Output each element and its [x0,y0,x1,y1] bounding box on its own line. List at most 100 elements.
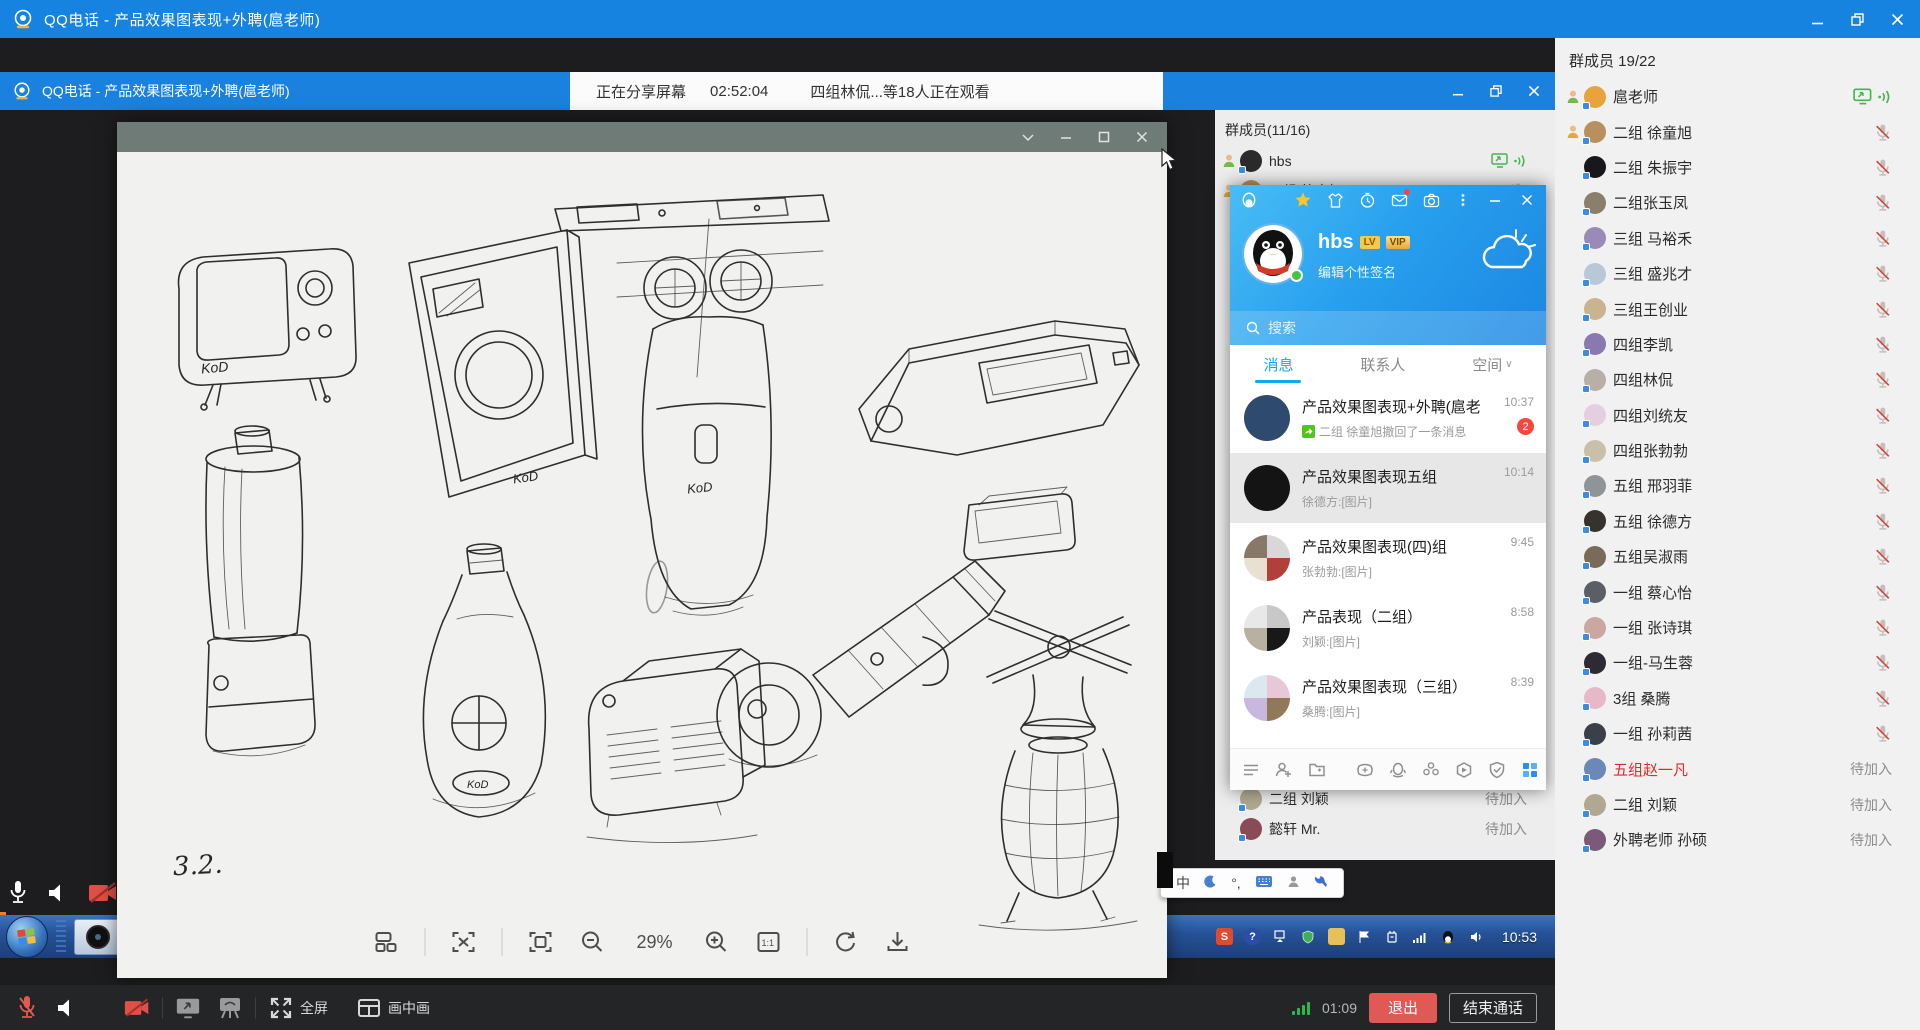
speaker-icon[interactable] [46,881,70,905]
muted-mic-icon[interactable] [1873,370,1892,389]
tray-window-icon[interactable] [1272,928,1289,945]
close-button[interactable] [1890,12,1904,26]
muted-mic-icon[interactable] [1873,724,1892,743]
chat-list-item[interactable]: 产品效果图表现五组 徐德方:[图片] 10:14 [1230,453,1546,523]
game-center-icon[interactable] [1422,760,1440,780]
muted-mic-icon[interactable] [1873,123,1892,142]
member-row[interactable]: 五组 徐德方 [1559,504,1920,539]
tray-network-signal-icon[interactable] [1412,928,1429,945]
qq-minimize-button[interactable] [1486,191,1504,209]
member-row[interactable]: 扈老师 [1559,79,1920,114]
member-row[interactable]: 四组林侃 [1559,362,1920,397]
more-menu-icon[interactable] [1454,191,1472,209]
mic-muted-button[interactable] [14,995,40,1021]
member-row[interactable]: 二组 刘颖 待加入 [1559,787,1920,822]
member-row[interactable]: 四组张勃勃 [1559,433,1920,468]
screen-share-button[interactable] [175,995,201,1021]
muted-mic-icon[interactable] [1873,653,1892,672]
collapse-icon[interactable] [1021,130,1035,144]
muted-mic-icon[interactable] [1873,406,1892,425]
actual-size-button[interactable]: 1:1 [755,928,783,956]
member-row[interactable]: 三组 盛兆才 [1559,256,1920,291]
muted-mic-icon[interactable] [1873,158,1892,177]
tray-shield-icon[interactable] [1300,928,1317,945]
member-row[interactable]: 四组刘统友 [1559,398,1920,433]
qq-avatar[interactable] [1242,223,1304,285]
member-row[interactable]: 一组 蔡心怡 [1559,574,1920,609]
tab[interactable]: 联系人 [1356,345,1409,383]
muted-mic-icon[interactable] [1873,689,1892,708]
muted-mic-icon[interactable] [1873,229,1892,248]
chat-list-item[interactable]: 产品效果图表现(四)组 张勃勃:[图片] 9:45 [1230,523,1546,593]
ime-settings-wrench-icon[interactable] [1314,875,1328,892]
inner-close-button[interactable] [1527,84,1541,98]
member-row[interactable]: 二组 徐童旭 [1559,114,1920,149]
tray-sogou-icon[interactable]: S [1216,928,1233,945]
security-icon[interactable] [1488,760,1506,780]
qq-close-button[interactable] [1518,191,1536,209]
tray-power-plug-icon[interactable] [1384,928,1401,945]
member-row[interactable]: 五组赵一凡 待加入 [1559,751,1920,786]
member-row[interactable]: 三组王创业 [1559,291,1920,326]
minimize-button[interactable] [1810,12,1824,26]
viewer-maximize-button[interactable] [1097,130,1111,144]
restore-button[interactable] [1850,12,1864,26]
ime-punctuation-toggle[interactable]: °, [1231,875,1241,891]
end-call-button[interactable]: 结束通话 [1449,993,1537,1023]
taskbar-item-camera-app[interactable] [74,919,122,955]
inner-minimize-button[interactable] [1451,84,1465,98]
member-row[interactable]: 一组 孙莉茜 [1559,716,1920,751]
camera-off-button[interactable] [124,995,150,1021]
member-row[interactable]: 一组 张诗琪 [1559,610,1920,645]
tray-qq-penguin-icon[interactable] [1440,928,1457,945]
mic-icon[interactable] [8,880,28,906]
speaker-button[interactable] [54,995,80,1021]
tab[interactable]: 消息 [1259,345,1297,383]
member-row[interactable]: 五组 邢羽菲 [1559,468,1920,503]
game-box-icon[interactable] [1356,760,1374,780]
ime-keyboard-icon[interactable] [1255,875,1273,891]
member-row[interactable]: 外聘老师 孙硕 待加入 [1559,822,1920,857]
muted-mic-icon[interactable] [1873,441,1892,460]
zoom-in-button[interactable] [703,928,731,956]
fullscreen-button[interactable] [268,995,294,1021]
tab[interactable]: 空间∨ [1468,345,1516,383]
pip-button[interactable] [356,995,382,1021]
main-menu-icon[interactable] [1242,760,1260,780]
pip-label[interactable]: 画中画 [388,998,430,1018]
inner-restore-button[interactable] [1489,84,1503,98]
whiteboard-button[interactable] [217,995,243,1021]
collage-layout-button[interactable] [373,928,401,956]
extract-text-button[interactable] [450,928,478,956]
muted-mic-icon[interactable] [1873,583,1892,602]
muted-mic-icon[interactable] [1873,476,1892,495]
tray-help-icon[interactable]: ? [1244,928,1261,945]
tencent-video-icon[interactable] [1455,760,1473,780]
member-row[interactable]: 二组张玉凤 [1559,185,1920,220]
app-manager-icon[interactable] [1521,760,1539,780]
member-row[interactable]: 四组李凯 [1559,327,1920,362]
exit-button[interactable]: 退出 [1369,993,1437,1023]
member-row[interactable]: 三组 马裕禾 [1559,221,1920,256]
ime-language-toggle[interactable]: 中 [1176,873,1190,893]
muted-mic-icon[interactable] [1873,618,1892,637]
zoom-out-button[interactable] [579,928,607,956]
ime-user-icon[interactable] [1287,875,1300,891]
viewer-minimize-button[interactable] [1059,130,1073,144]
chat-list-item[interactable]: 产品效果图表现+外聘(扈老 二组 徐童旭撤回了一条消息 10:372 [1230,383,1546,453]
mail-icon[interactable] [1390,191,1408,209]
fit-screen-button[interactable] [527,928,555,956]
member-row[interactable]: 3组 桑腾 [1559,681,1920,716]
member-row[interactable]: hbs [1215,146,1555,176]
muted-mic-icon[interactable] [1873,300,1892,319]
member-row[interactable]: 五组吴淑雨 [1559,539,1920,574]
member-row[interactable]: 二组 朱振宇 [1559,150,1920,185]
muted-mic-icon[interactable] [1873,512,1892,531]
tray-volume-icon[interactable] [1468,928,1485,945]
ime-moon-icon[interactable] [1204,875,1217,891]
qq-show-icon[interactable] [1389,760,1407,780]
muted-mic-icon[interactable] [1873,264,1892,283]
camera-icon[interactable] [1422,191,1440,209]
rotate-button[interactable] [832,928,860,956]
vip-star-icon[interactable] [1294,191,1312,209]
